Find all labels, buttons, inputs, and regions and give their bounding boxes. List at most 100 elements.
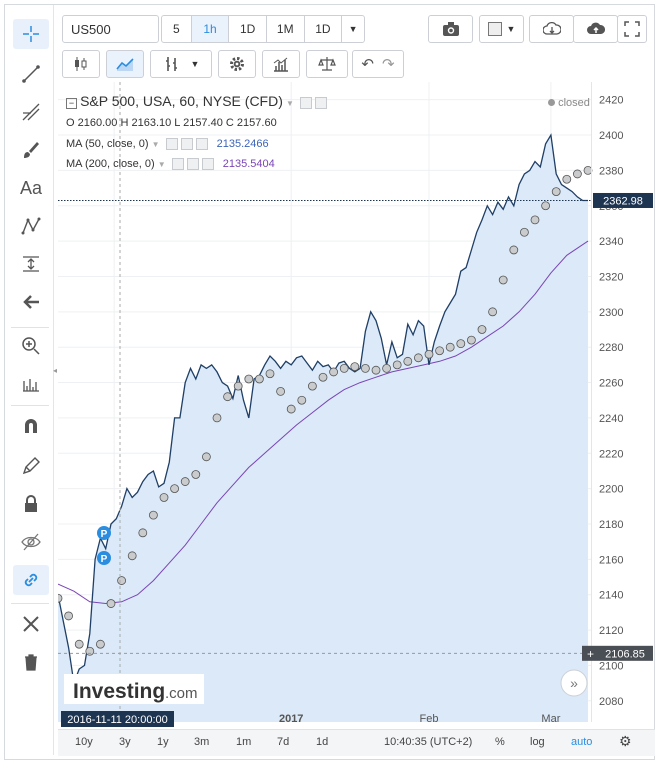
text-icon: Aa [19,177,43,198]
svg-text:2106.85: 2106.85 [605,648,645,660]
redo-icon[interactable]: ↷ [382,55,395,73]
zoom-tool[interactable] [13,331,49,361]
magnet-tool[interactable] [13,411,49,441]
interval-1h[interactable]: 1h [191,16,230,42]
ma50-point [403,356,413,366]
trendline-tool[interactable] [13,59,49,89]
auto-toggle[interactable]: auto [571,736,592,748]
gear-icon[interactable] [314,97,327,110]
time-display[interactable]: 10:40:35 (UTC+2) [384,736,472,748]
delete-drawings-tool[interactable] [13,647,49,677]
indicators-button[interactable] [262,50,300,78]
y-tick-label: 2240 [599,413,623,425]
event-marker-p[interactable]: P [97,551,111,565]
fibonacci-tool[interactable] [13,97,49,127]
chart-type-bars-dropdown[interactable]: ▼ [150,50,212,78]
ma50-label: MA (50, close, 0) [66,138,149,150]
symbol-input[interactable]: US500 [62,15,159,43]
chart-settings-button[interactable] [218,50,256,78]
eye-icon[interactable] [171,158,184,171]
caret-down-icon[interactable]: ▼ [152,140,160,149]
range-1m[interactable]: 1m [236,736,251,748]
ma50-point [371,365,381,375]
crosshair-tool[interactable] [13,19,49,49]
scroll-to-realtime-button[interactable]: » [560,669,588,697]
interval-custom[interactable]: 1D [305,16,343,42]
caret-down-icon[interactable]: ▼ [158,160,166,169]
eye-icon[interactable] [165,138,178,151]
measure-bars-tool[interactable] [13,369,49,399]
layout-button[interactable]: ▼ [479,15,524,43]
event-marker-p[interactable]: P [97,526,111,540]
snapshot-button[interactable] [428,15,473,43]
price-axis[interactable]: 2080 2100 2120 2140 2160 2180 2200 2220 2240 2260… [599,95,623,708]
cursor-price-tag: + 2106.85 [582,645,653,661]
bottom-toolbar: 10y 3y 1y 3m 1m 7d 1d 10:40:35 (UTC+2) %… [58,729,655,756]
text-tool[interactable]: Aa [13,173,49,203]
settings-tools[interactable] [13,609,49,639]
range-1y[interactable]: 1y [157,736,169,748]
caret-down-icon: ▼ [348,24,358,34]
brush-tool[interactable] [13,135,49,165]
ma50-point [562,174,572,184]
load-chart-button[interactable] [529,15,574,43]
fullscreen-button[interactable] [617,15,647,43]
ma50-point [339,364,349,373]
measure-tool[interactable] [13,249,49,279]
market-status: closed [548,97,590,109]
arrow-left-icon [23,295,39,309]
trash-icon [25,654,37,671]
ma200-label: MA (200, close, 0) [66,158,155,170]
interval-1d[interactable]: 1D [229,16,267,42]
lock-tool[interactable] [13,489,49,519]
sync-drawings-tool[interactable] [13,565,49,595]
range-7d[interactable]: 7d [277,736,289,748]
interval-5[interactable]: 5 [162,16,192,42]
ma50-point [445,342,455,352]
compare-button[interactable] [306,50,348,78]
ma50-point [392,360,402,370]
ma200-value: 2135.5404 [222,158,275,170]
ma50-point [551,187,561,197]
gear-icon[interactable]: ⚙ [619,733,632,750]
save-chart-button[interactable] [573,15,618,43]
percent-toggle[interactable]: % [495,736,505,748]
close-icon[interactable] [201,158,214,171]
ma50-point [85,646,95,656]
gear-icon[interactable] [180,138,193,151]
range-10y[interactable]: 10y [75,736,93,748]
range-1d[interactable]: 1d [316,736,328,748]
y-tick-label: 2260 [599,378,623,390]
price-chart[interactable]: 2080 2100 2120 2140 2160 2180 2200 2220 2240 2260… [58,82,655,733]
candles-icon [75,57,87,71]
lock-icon [25,495,37,512]
ma200-legend: MA (200, close, 0) ▼ 2135.5404 [66,158,275,171]
collapse-legend-icon[interactable]: − [66,98,77,109]
chart-type-candles-button[interactable] [62,50,100,78]
stay-in-drawing-tool[interactable] [13,451,49,481]
range-3y[interactable]: 3y [119,736,131,748]
x-tick-label: 2017 [279,713,303,725]
toolbar-divider [11,405,49,406]
ma50-point [106,599,116,608]
gear-icon[interactable] [186,158,199,171]
close-icon[interactable] [195,138,208,151]
log-toggle[interactable]: log [530,736,545,748]
ma50-point [382,364,392,373]
pencil-lock-icon [22,457,40,475]
eye-icon[interactable] [299,97,312,110]
interval-dropdown[interactable]: ▼ [342,16,364,42]
undo-icon[interactable]: ↶ [361,55,374,73]
range-3m[interactable]: 3m [194,736,209,748]
chart-type-area-button[interactable] [106,50,144,78]
interval-1m[interactable]: 1M [267,16,305,42]
arrow-tool[interactable] [13,287,49,317]
y-tick-label: 2400 [599,130,623,142]
hide-drawings-tool[interactable] [13,527,49,557]
pattern-tool[interactable] [13,211,49,241]
caret-down-icon[interactable]: ▼ [286,99,294,108]
trendline-icon [22,65,40,83]
layout-square-icon [487,22,502,36]
camera-icon [442,22,459,36]
magnet-icon [25,419,37,433]
